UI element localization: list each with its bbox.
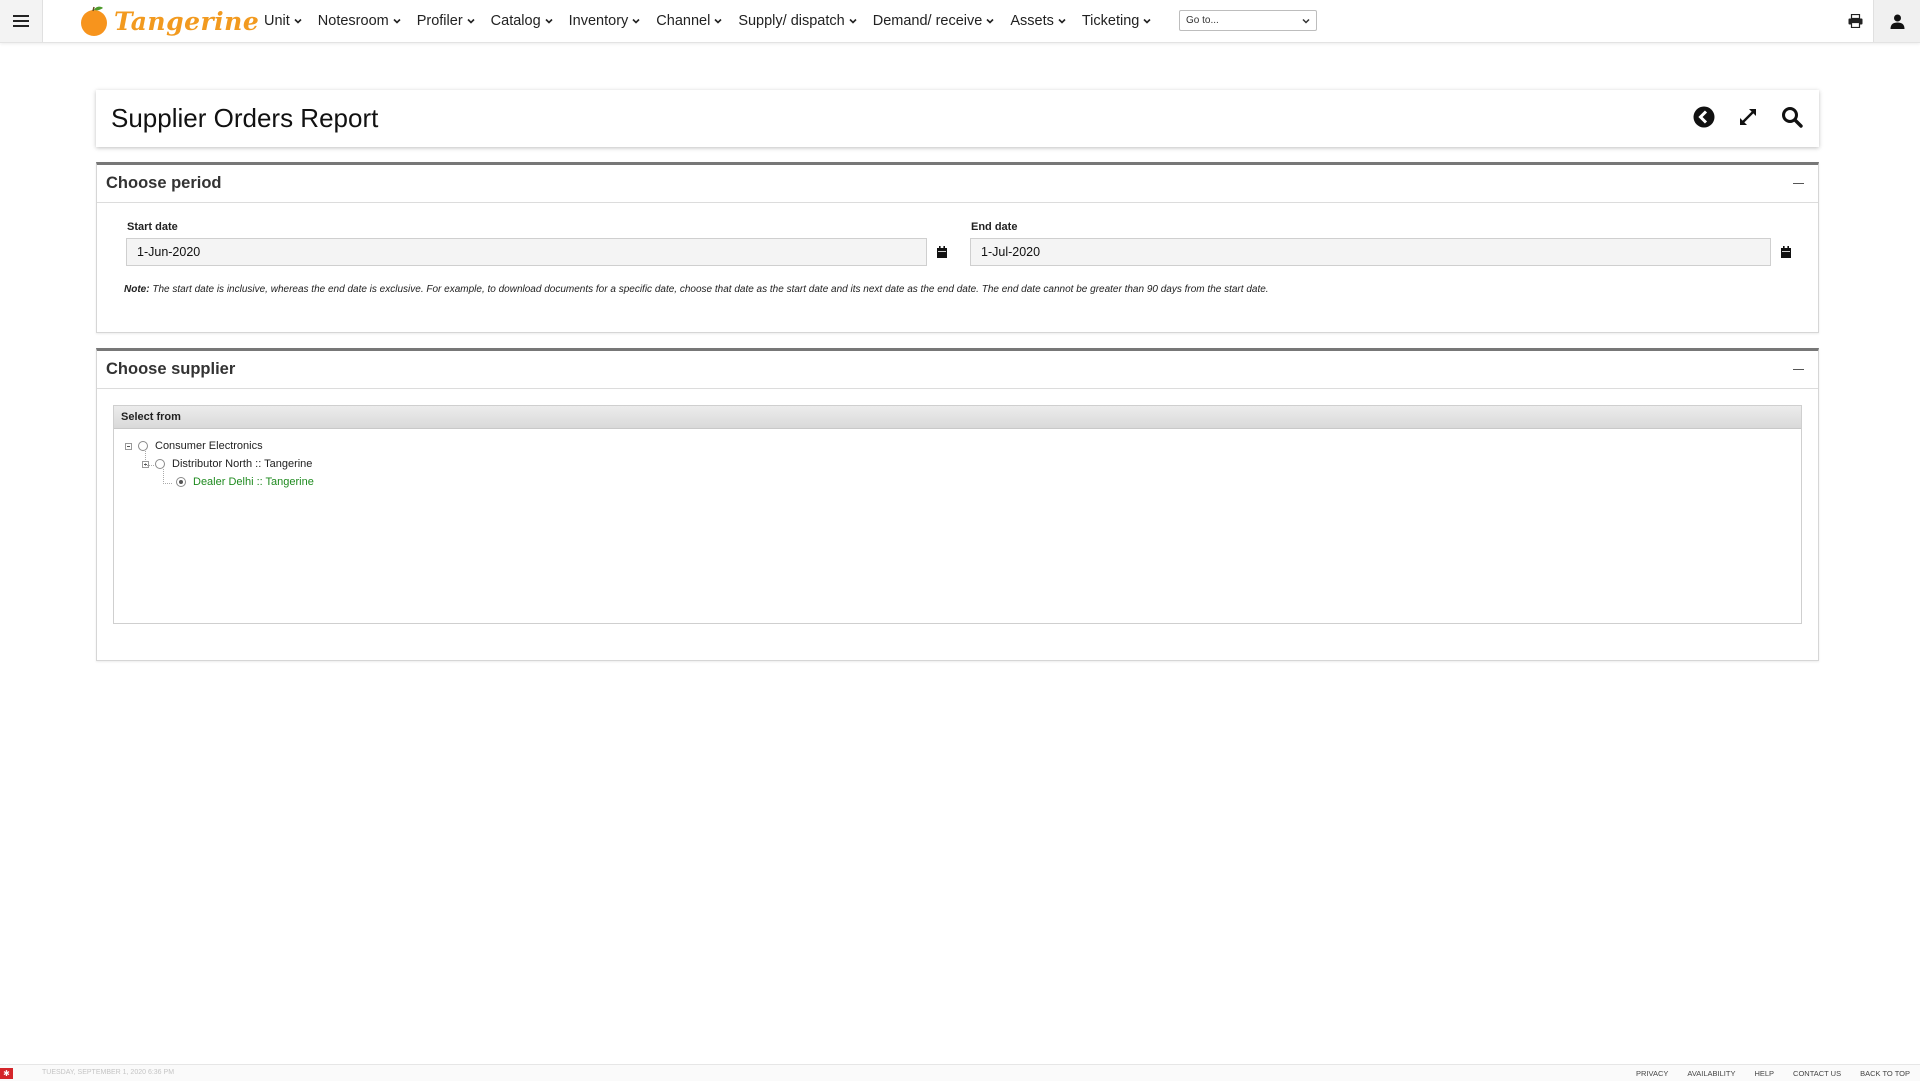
start-date-label: Start date	[127, 221, 178, 233]
tree-node-consumer-electronics[interactable]: Consumer Electronics	[125, 440, 263, 452]
minus-icon	[1792, 368, 1804, 370]
print-icon	[1848, 14, 1862, 28]
brand-badge-icon[interactable]: ✱	[0, 1068, 13, 1079]
footer-link-back-to-top[interactable]: BACK TO TOP	[1860, 1069, 1910, 1078]
nav-item-catalog[interactable]: Catalog	[491, 13, 553, 29]
chevron-down-icon	[467, 18, 475, 24]
nav-item-unit[interactable]: Unit	[264, 13, 302, 29]
tree-node-label: Consumer Electronics	[155, 440, 263, 452]
collapse-button[interactable]	[1790, 175, 1806, 191]
nav-item-label: Supply/ dispatch	[738, 13, 845, 29]
footer-date: TUESDAY, SEPTEMBER 1, 2020 6:36 PM	[42, 1069, 175, 1076]
radio-button[interactable]	[138, 441, 148, 451]
end-date-input[interactable]: 1-Jul-2020	[970, 238, 1771, 266]
chevron-down-icon	[1302, 18, 1310, 24]
tree-node-label: Dealer Delhi :: Tangerine	[193, 476, 314, 488]
collapse-button[interactable]	[1790, 361, 1806, 377]
goto-select-value: Go to...	[1186, 15, 1219, 26]
nav-item-label: Unit	[264, 13, 290, 29]
note-prefix: Note:	[124, 284, 150, 295]
goto-select[interactable]: Go to...	[1179, 10, 1317, 31]
page-title: Supplier Orders Report	[111, 103, 379, 133]
chevron-down-icon	[1143, 18, 1151, 24]
chevron-down-icon	[714, 18, 722, 24]
tangerine-logo-icon	[81, 6, 107, 36]
period-note: Note: The start date is inclusive, where…	[124, 284, 1269, 295]
nav-item-notesroom[interactable]: Notesroom	[318, 13, 401, 29]
panel-header: Choose period	[97, 165, 1818, 203]
nav-item-label: Channel	[656, 13, 711, 29]
expand-icon	[1740, 109, 1756, 125]
footer-link-privacy[interactable]: PRIVACY	[1636, 1069, 1668, 1078]
footer-links: PRIVACY AVAILABILITY HELP CONTACT US BAC…	[1636, 1069, 1910, 1078]
report-header: Supplier Orders Report	[96, 90, 1819, 147]
tree-connector	[163, 469, 172, 484]
calendar-icon[interactable]	[1779, 245, 1793, 259]
search-icon	[1782, 107, 1803, 128]
fullscreen-button[interactable]	[1735, 104, 1761, 130]
tree-node-distributor-north[interactable]: Distributor North :: Tangerine	[142, 458, 312, 470]
panel-header: Choose supplier	[97, 351, 1818, 389]
supplier-select-box: Select from Consumer Electronics Distrib…	[113, 405, 1802, 624]
nav-item-supply-dispatch[interactable]: Supply/ dispatch	[738, 13, 857, 29]
tree-collapse-toggle[interactable]	[125, 442, 132, 450]
radio-button[interactable]	[155, 459, 165, 469]
tree-node-dealer-delhi[interactable]: Dealer Delhi :: Tangerine	[176, 476, 314, 488]
top-right-actions	[1837, 0, 1920, 42]
nav-item-label: Profiler	[416, 13, 463, 29]
chevron-down-icon	[294, 18, 302, 24]
nav-item-label: Demand/ receive	[872, 13, 983, 29]
nav-item-demand-receive[interactable]: Demand/ receive	[873, 13, 995, 29]
minus-icon	[1792, 182, 1804, 184]
page-footer: ✱ TUESDAY, SEPTEMBER 1, 2020 6:36 PM PRI…	[0, 1064, 1920, 1081]
app-logo-text: Tangerine	[114, 6, 260, 36]
chevron-down-icon	[393, 18, 401, 24]
search-button[interactable]	[1779, 104, 1805, 130]
tree-node-label: Distributor North :: Tangerine	[172, 458, 313, 470]
nav-item-label: Ticketing	[1081, 13, 1140, 29]
choose-period-panel: Choose period Start date 1-Jun-2020 End …	[96, 162, 1819, 333]
note-text: The start date is inclusive, whereas the…	[149, 284, 1269, 295]
back-button[interactable]	[1691, 104, 1717, 130]
footer-link-help[interactable]: HELP	[1754, 1069, 1774, 1078]
nav-item-label: Assets	[1010, 13, 1054, 29]
calendar-icon[interactable]	[935, 245, 949, 259]
end-date-label: End date	[971, 221, 1018, 233]
app-logo[interactable]: Tangerine	[77, 4, 259, 38]
nav-item-assets[interactable]: Assets	[1010, 13, 1066, 29]
select-from-header: Select from	[114, 406, 1801, 429]
menu-icon[interactable]	[0, 0, 43, 42]
chevron-down-icon	[849, 18, 857, 24]
nav-item-inventory[interactable]: Inventory	[569, 13, 641, 29]
chevron-down-icon	[986, 18, 994, 24]
nav-item-profiler[interactable]: Profiler	[417, 13, 475, 29]
panel-title: Choose supplier	[106, 360, 236, 378]
chevron-down-icon	[545, 18, 553, 24]
user-icon	[1890, 14, 1904, 29]
panel-title: Choose period	[106, 174, 222, 192]
back-icon	[1693, 106, 1715, 128]
main-nav: Unit Notesroom Profiler Catalog Inventor…	[264, 0, 1167, 42]
print-button[interactable]	[1837, 0, 1873, 42]
nav-item-label: Notesroom	[317, 13, 389, 29]
nav-item-label: Catalog	[490, 13, 541, 29]
chevron-down-icon	[1058, 18, 1066, 24]
nav-item-channel[interactable]: Channel	[656, 13, 722, 29]
start-date-input[interactable]: 1-Jun-2020	[126, 238, 927, 266]
nav-item-label: Inventory	[568, 13, 629, 29]
footer-link-availability[interactable]: AVAILABILITY	[1687, 1069, 1735, 1078]
nav-item-ticketing[interactable]: Ticketing	[1082, 13, 1151, 29]
chevron-down-icon	[632, 18, 640, 24]
report-header-actions	[1691, 104, 1805, 130]
tree-collapse-toggle[interactable]	[142, 460, 149, 468]
top-navigation-bar: Tangerine Unit Notesroom Profiler Catalo…	[0, 0, 1920, 43]
user-menu-button[interactable]	[1873, 0, 1920, 42]
radio-button-selected[interactable]	[176, 477, 186, 487]
footer-link-contact[interactable]: CONTACT US	[1793, 1069, 1841, 1078]
choose-supplier-panel: Choose supplier Select from Consumer Ele…	[96, 348, 1819, 661]
